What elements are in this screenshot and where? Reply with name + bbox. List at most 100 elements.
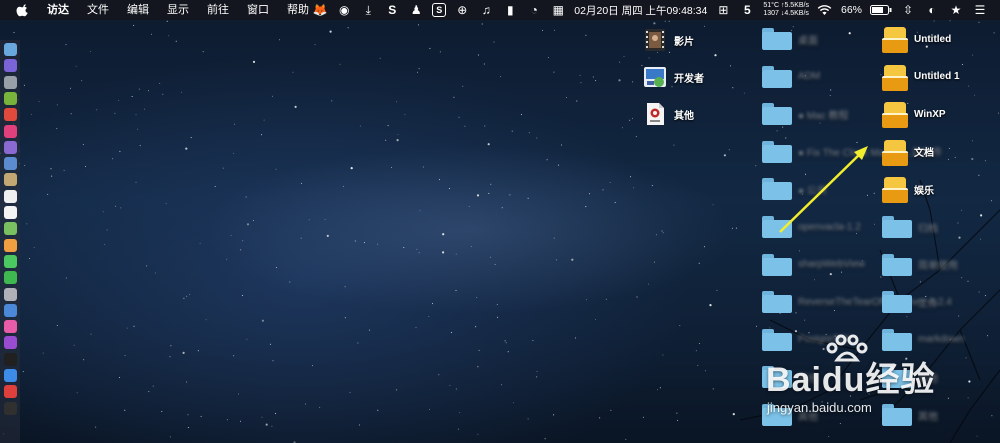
list-icon[interactable]: ☰	[972, 3, 988, 17]
desktop-app-label: 影片	[674, 36, 694, 48]
folder-label: Untitled 1	[914, 71, 960, 83]
folder-label: sharpWebView	[798, 259, 865, 271]
finder-icon[interactable]	[4, 43, 17, 56]
folder-icon	[882, 291, 912, 314]
appstore-icon[interactable]	[4, 369, 17, 382]
baidu-watermark: Baidu经验 jingyan.baidu.com	[760, 330, 1000, 440]
desktop-folder[interactable]: Untitled	[882, 22, 951, 56]
menu-view[interactable]: 显示	[158, 0, 198, 20]
user-icon[interactable]: ◐	[924, 3, 940, 17]
film-app-icon	[645, 29, 665, 51]
app-purple-icon[interactable]	[4, 140, 17, 154]
photos-icon[interactable]	[4, 238, 17, 252]
net-stats-line2: 1307 ↓4.5KB/s	[763, 10, 809, 17]
messages-icon[interactable]	[4, 254, 17, 268]
menu-edit[interactable]: 编辑	[118, 0, 158, 20]
document-app-icon	[647, 103, 664, 125]
textedit-icon[interactable]	[4, 206, 17, 219]
launchpad-icon[interactable]	[4, 75, 17, 89]
siri-icon[interactable]	[4, 59, 17, 73]
shield-icon[interactable]: ◉	[336, 3, 352, 17]
maps-icon[interactable]	[4, 222, 17, 236]
music-note-icon[interactable]: ♫	[478, 3, 494, 17]
folder-label: 简单使用	[918, 261, 958, 273]
desktop-folder[interactable]: ● Mac 教程	[762, 97, 849, 131]
star-icon[interactable]: ★	[948, 3, 964, 17]
desktop-app-label: 开发者	[674, 73, 704, 85]
net-stats-line1: 51°C ↑5.5KB/s	[763, 2, 809, 9]
desktop-folder[interactable]: 桌面	[762, 22, 818, 56]
music-app-icon[interactable]	[4, 124, 17, 138]
folder-label: 文档	[914, 148, 934, 160]
desktop-folder[interactable]: 娱乐	[882, 172, 934, 206]
folder-icon	[762, 291, 792, 314]
folder-label: 娱乐	[914, 185, 934, 197]
menu-go[interactable]: 前往	[198, 0, 238, 20]
folder-icon	[882, 216, 912, 238]
desktop-folder[interactable]: sharpWebView	[762, 248, 865, 282]
desktop-folder[interactable]: WinXP	[882, 97, 946, 131]
podcasts-icon[interactable]	[4, 336, 17, 350]
drive-folder-icon	[882, 64, 908, 91]
desktop-folder[interactable]: 工作	[882, 285, 938, 319]
wifi-icon[interactable]	[817, 3, 833, 17]
drive-folder-icon	[882, 139, 908, 166]
5-icon[interactable]: 5	[739, 3, 755, 17]
desktop-app-film[interactable]: 影片	[642, 23, 694, 57]
folder-icon	[762, 103, 792, 126]
appletv-icon[interactable]	[4, 352, 17, 366]
folder-icon	[882, 253, 912, 276]
qq-icon[interactable]: ♟	[408, 3, 424, 17]
desktop-folder[interactable]: 归档	[882, 210, 938, 244]
folder-label: WinXP	[914, 108, 946, 120]
status-area: 🦊 ◉ ⤓ S ♟ S ⊕ ♫ ▮ ◔ ▦ 02月20日 周四 上午09:48:…	[308, 0, 1000, 20]
terminal-icon[interactable]	[4, 401, 17, 415]
drive-folder-icon	[882, 101, 908, 129]
s-box-icon[interactable]: S	[432, 3, 447, 17]
fox-icon[interactable]: 🦊	[312, 3, 328, 17]
clock-icon[interactable]	[4, 287, 17, 301]
net-stats[interactable]: 51°C ↑5.5KB/s 1307 ↓4.5KB/s	[763, 2, 809, 18]
folder-label: 归档	[918, 223, 938, 235]
watermark-main: Baidu经验	[766, 361, 936, 399]
preview-icon[interactable]	[4, 157, 17, 171]
chrome-icon[interactable]	[4, 108, 17, 122]
desktop-folder[interactable]: ADM	[762, 60, 820, 94]
desktop-folder[interactable]: 简单使用	[882, 248, 958, 282]
folder-label: 桌面	[798, 35, 818, 47]
calendar-app-icon[interactable]	[4, 189, 17, 203]
battery-percent[interactable]: 66%	[841, 4, 862, 16]
menu-bar: 访达 文件 编辑 显示 前往 窗口 帮助 🦊 ◉ ⤓ S ♟ S ⊕ ♫ ▮ ◔…	[0, 0, 1000, 20]
globe-icon[interactable]: ⊕	[454, 3, 470, 17]
desktop-app-other[interactable]: 其他	[642, 97, 694, 131]
clock-text[interactable]: 02月20日 周四 上午09:48:34	[574, 3, 707, 18]
download-icon[interactable]: ⤓	[360, 3, 376, 17]
calendar-icon[interactable]: ▦	[550, 3, 566, 17]
desktop-folder[interactable]: Untitled 1	[882, 60, 960, 94]
battery-icon[interactable]	[870, 3, 892, 17]
dock	[0, 40, 20, 443]
android-icon[interactable]	[4, 91, 17, 105]
developer-app-icon	[644, 67, 666, 87]
grid-icon[interactable]: ⊞	[715, 3, 731, 17]
keynote-icon[interactable]	[4, 303, 17, 317]
notes-icon[interactable]	[4, 173, 17, 187]
itunes-icon[interactable]	[4, 320, 17, 334]
split-icon[interactable]: ⇳	[900, 3, 916, 17]
vivaldi-icon[interactable]	[4, 385, 17, 399]
gauge-icon[interactable]: ◔	[526, 3, 542, 17]
s-app-icon[interactable]: S	[384, 3, 400, 17]
annotation-arrow	[779, 146, 868, 233]
drive-folder-icon	[882, 176, 908, 204]
desktop-folder[interactable]: 文档	[882, 135, 934, 169]
menu-file[interactable]: 文件	[78, 0, 118, 20]
drive-folder-icon	[882, 26, 908, 53]
apple-icon[interactable]	[16, 3, 30, 17]
folder-icon	[762, 28, 792, 50]
facetime-icon[interactable]	[4, 271, 17, 285]
menu-window[interactable]: 窗口	[238, 0, 278, 20]
folder-icon	[762, 65, 792, 88]
desktop-app-developer[interactable]: 开发者	[642, 60, 704, 94]
message-icon[interactable]: ▮	[502, 3, 518, 17]
menu-finder[interactable]: 访达	[38, 0, 78, 20]
